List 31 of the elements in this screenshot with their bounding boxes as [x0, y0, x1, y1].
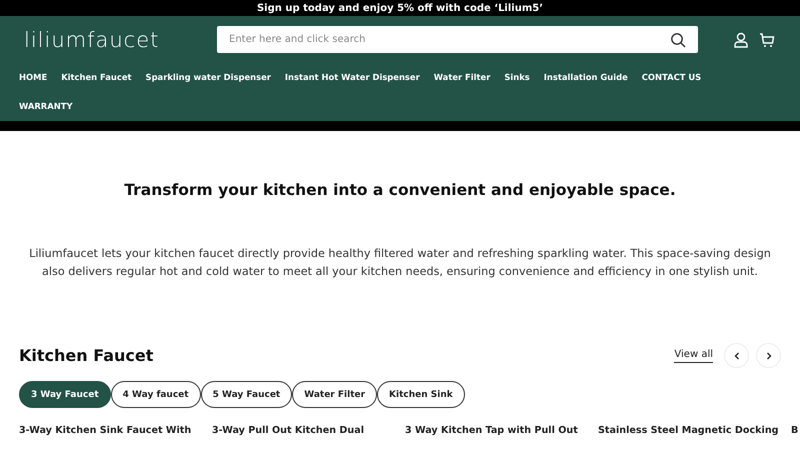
product-title[interactable]: B [791, 425, 798, 436]
product-title[interactable]: Stainless Steel Magnetic Docking [598, 425, 779, 436]
search-icon[interactable] [670, 32, 686, 48]
category-tab[interactable]: 4 Way faucet [110, 381, 201, 408]
user-icon[interactable] [733, 32, 749, 48]
product-title[interactable]: 3-Way Kitchen Sink Faucet With [19, 425, 192, 436]
nav-link[interactable]: Installation Guide [544, 63, 628, 92]
nav-link[interactable]: Kitchen Faucet [61, 63, 132, 92]
section-title: Kitchen Faucet [19, 346, 154, 365]
category-tab[interactable]: 3 Way Faucet [19, 381, 111, 408]
nav-link[interactable]: Sparkling water Dispenser [146, 63, 271, 92]
nav-link[interactable]: CONTACT US [642, 63, 702, 92]
nav-link[interactable]: WARRANTY [19, 92, 73, 121]
category-tab[interactable]: Kitchen Sink [377, 381, 465, 408]
hero-title: Transform your kitchen into a convenient and enjoyable space. [123, 181, 677, 199]
nav-link[interactable]: Sinks [504, 63, 530, 92]
product-title[interactable]: 3 Way Kitchen Tap with Pull Out [405, 425, 578, 436]
chevron-right-icon [766, 352, 772, 360]
search-bar[interactable]: Enter here and click search [217, 26, 698, 53]
nav-link[interactable]: Water Filter [434, 63, 490, 92]
nav-link[interactable]: Instant Hot Water Dispenser [284, 63, 420, 92]
view-all-link[interactable]: View all [674, 348, 713, 362]
announcement-text: Sign up today and enjoy 5% off with code ‘Lilium5’ [256, 2, 544, 14]
cart-icon[interactable] [759, 32, 775, 48]
chevron-left-icon [734, 352, 740, 360]
hero-text: Liliumfaucet lets your kitchen faucet directly provide healthy filtered water and refreshing sparkling water. This space-saving design also delivers regular hot and cold water to meet all your kitchen needs, ensuring convenience and efficiency in one stylish unit. [28, 246, 772, 280]
category-tab[interactable]: Water Filter [292, 381, 378, 408]
nav-link[interactable]: HOME [19, 63, 48, 92]
category-tab[interactable]: 5 Way Faucet [200, 381, 292, 408]
logo[interactable]: liliumfaucet [19, 28, 217, 52]
product-title[interactable]: 3-Way Pull Out Kitchen Dual [212, 425, 364, 436]
